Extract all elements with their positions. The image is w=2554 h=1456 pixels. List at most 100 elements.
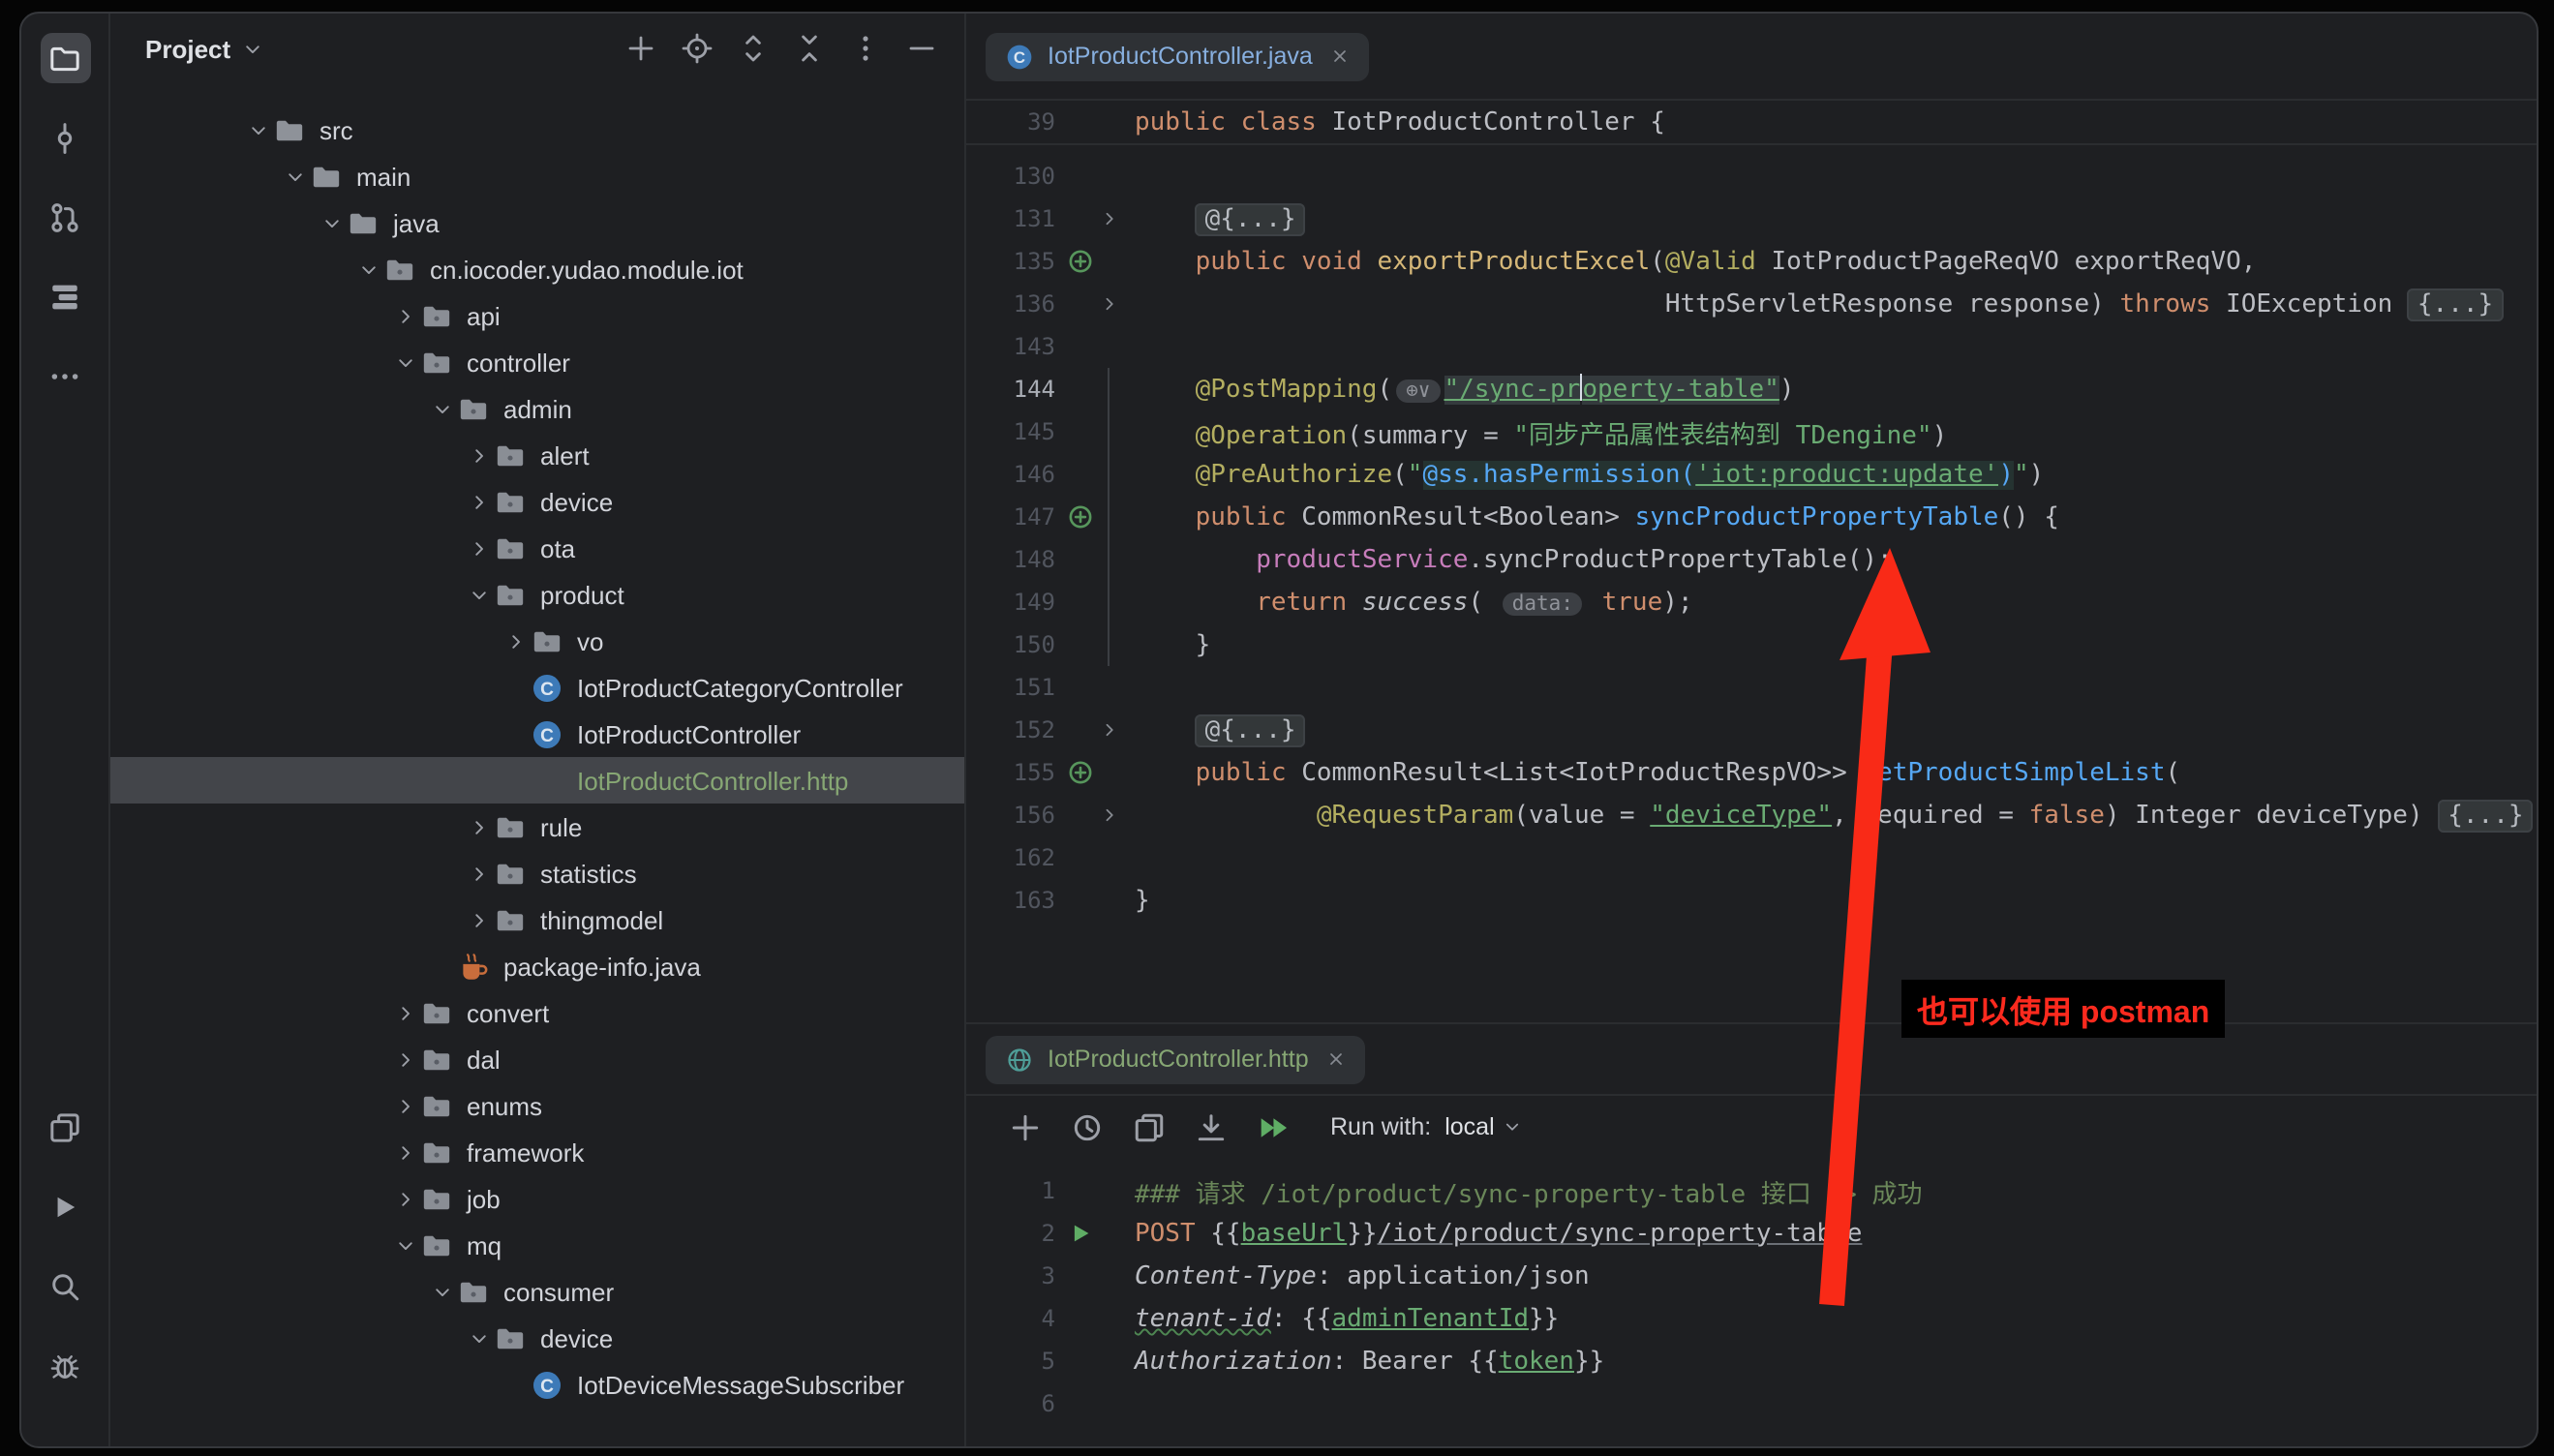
tree-item-cn-iocoder-yudao-module-iot[interactable]: cn.iocoder.yudao.module.iot [110, 246, 964, 292]
chevron-down-icon[interactable] [426, 1281, 457, 1302]
tree-item-label: IotProductController [577, 719, 801, 748]
collapse-all-icon[interactable] [794, 33, 825, 64]
chevron-down-icon[interactable] [352, 258, 383, 280]
project-panel-title[interactable]: Project [145, 34, 230, 63]
tree-item-vo[interactable]: vo [110, 618, 964, 664]
chevron-right-icon[interactable] [463, 537, 494, 559]
tree-item-statistics[interactable]: statistics [110, 850, 964, 896]
chevron-down-icon[interactable] [426, 398, 457, 419]
more-tool-windows-icon[interactable] [40, 350, 90, 401]
code-line-131: 131 @{...} [966, 197, 2537, 240]
close-icon[interactable] [1330, 46, 1350, 66]
editor-tab-label: IotProductController.java [1048, 43, 1313, 70]
import-icon[interactable] [1195, 1110, 1228, 1143]
chevron-right-icon[interactable] [389, 1095, 420, 1116]
commit-icon[interactable] [40, 112, 90, 163]
run-request-icon[interactable] [1067, 1219, 1096, 1248]
tree-item-framework[interactable]: framework [110, 1129, 964, 1175]
tree-item-api[interactable]: api [110, 292, 964, 339]
structure-icon[interactable] [40, 271, 90, 321]
tree-item-iotproductcategorycontroller[interactable]: CIotProductCategoryController [110, 664, 964, 711]
tree-item-job[interactable]: job [110, 1175, 964, 1222]
tree-item-label: cn.iocoder.yudao.module.iot [430, 255, 744, 284]
chevron-right-icon[interactable] [463, 863, 494, 884]
chevron-right-icon[interactable] [389, 1188, 420, 1209]
tree-item-alert[interactable]: alert [110, 432, 964, 478]
tree-item-src[interactable]: src [110, 106, 964, 153]
tree-item-thingmodel[interactable]: thingmodel [110, 896, 964, 943]
debug-icon[interactable] [40, 1340, 90, 1390]
tree-item-iotdevicemessagesubscriber[interactable]: CIotDeviceMessageSubscriber [110, 1361, 964, 1408]
chevron-down-icon[interactable] [279, 166, 310, 187]
more-options-icon[interactable] [850, 33, 881, 64]
examples-icon[interactable] [1133, 1110, 1166, 1143]
fold-chevron-icon[interactable] [1096, 197, 1121, 240]
tree-item-controller[interactable]: controller [110, 339, 964, 385]
pull-requests-icon[interactable] [40, 192, 90, 242]
tree-item-ota[interactable]: ota [110, 525, 964, 571]
chevron-down-icon[interactable] [316, 212, 347, 233]
endpoint-gutter-icon[interactable] [1067, 758, 1096, 787]
history-icon[interactable] [1071, 1110, 1104, 1143]
fold-chevron-icon[interactable] [1096, 283, 1121, 325]
tree-item-enums[interactable]: enums [110, 1082, 964, 1129]
chevron-right-icon[interactable] [389, 1141, 420, 1163]
chevron-right-icon[interactable] [463, 816, 494, 837]
chevron-right-icon[interactable] [389, 305, 420, 326]
run-all-icon[interactable] [1257, 1110, 1290, 1143]
tree-item-label: admin [503, 394, 572, 423]
chevron-right-icon[interactable] [389, 1002, 420, 1023]
chevron-down-icon[interactable] [389, 351, 420, 373]
endpoint-gutter-icon[interactable] [1067, 502, 1096, 531]
tree-item-label: device [540, 487, 613, 516]
tree-item-consumer[interactable]: consumer [110, 1268, 964, 1315]
project-header-icons [625, 33, 937, 64]
tab-iotproductcontroller-java[interactable]: C IotProductController.java [986, 32, 1369, 80]
tree-item-main[interactable]: main [110, 153, 964, 199]
tree-item-package-info-java[interactable]: package-info.java [110, 943, 964, 989]
locate-file-icon[interactable] [682, 33, 713, 64]
search-everywhere-icon[interactable] [40, 1260, 90, 1311]
chevron-right-icon[interactable] [389, 1048, 420, 1070]
package-icon [457, 392, 490, 425]
project-icon[interactable] [40, 33, 90, 83]
tree-item-iotproductcontroller[interactable]: CIotProductController [110, 711, 964, 757]
tree-item-label: product [540, 580, 624, 609]
fold-chevron-icon[interactable] [1096, 709, 1121, 751]
chevron-down-icon[interactable] [389, 1234, 420, 1256]
expand-all-icon[interactable] [738, 33, 769, 64]
hide-panel-icon[interactable] [906, 33, 937, 64]
tree-item-rule[interactable]: rule [110, 804, 964, 850]
code-line-5: 5Authorization: Bearer {{token}} [966, 1340, 2537, 1382]
package-icon [420, 1043, 453, 1076]
chevron-right-icon[interactable] [500, 630, 531, 652]
tree-item-convert[interactable]: convert [110, 989, 964, 1036]
chevron-right-icon[interactable] [463, 909, 494, 930]
tree-item-device[interactable]: device [110, 478, 964, 525]
run-icon[interactable] [40, 1181, 90, 1231]
tree-item-iotproductcontroller-http[interactable]: IotProductController.http [110, 757, 964, 804]
tree-item-device[interactable]: device [110, 1315, 964, 1361]
tree-item-product[interactable]: product [110, 571, 964, 618]
tree-item-admin[interactable]: admin [110, 385, 964, 432]
tree-item-dal[interactable]: dal [110, 1036, 964, 1082]
close-icon[interactable] [1326, 1049, 1346, 1069]
endpoint-gutter-icon[interactable] [1067, 247, 1096, 276]
chevron-right-icon[interactable] [463, 444, 494, 466]
chevron-down-icon[interactable] [463, 1327, 494, 1349]
add-icon[interactable] [625, 33, 656, 64]
fold-chevron-icon[interactable] [1096, 794, 1121, 836]
chevron-down-icon[interactable] [242, 38, 263, 59]
running-windows-icon[interactable] [40, 1102, 90, 1152]
add-request-icon[interactable] [1009, 1110, 1042, 1143]
environment-selector[interactable]: local [1444, 1113, 1521, 1140]
tree-item-mq[interactable]: mq [110, 1222, 964, 1268]
tree-item-java[interactable]: java [110, 199, 964, 246]
tab-iotproductcontroller-http[interactable]: IotProductController.http [986, 1035, 1365, 1083]
chevron-down-icon[interactable] [463, 584, 494, 605]
chevron-right-icon[interactable] [463, 491, 494, 512]
chevron-down-icon[interactable] [242, 119, 273, 140]
code-line-162: 162 [966, 836, 2537, 879]
http-tab-label: IotProductController.http [1048, 1046, 1309, 1073]
package-icon [494, 903, 527, 936]
